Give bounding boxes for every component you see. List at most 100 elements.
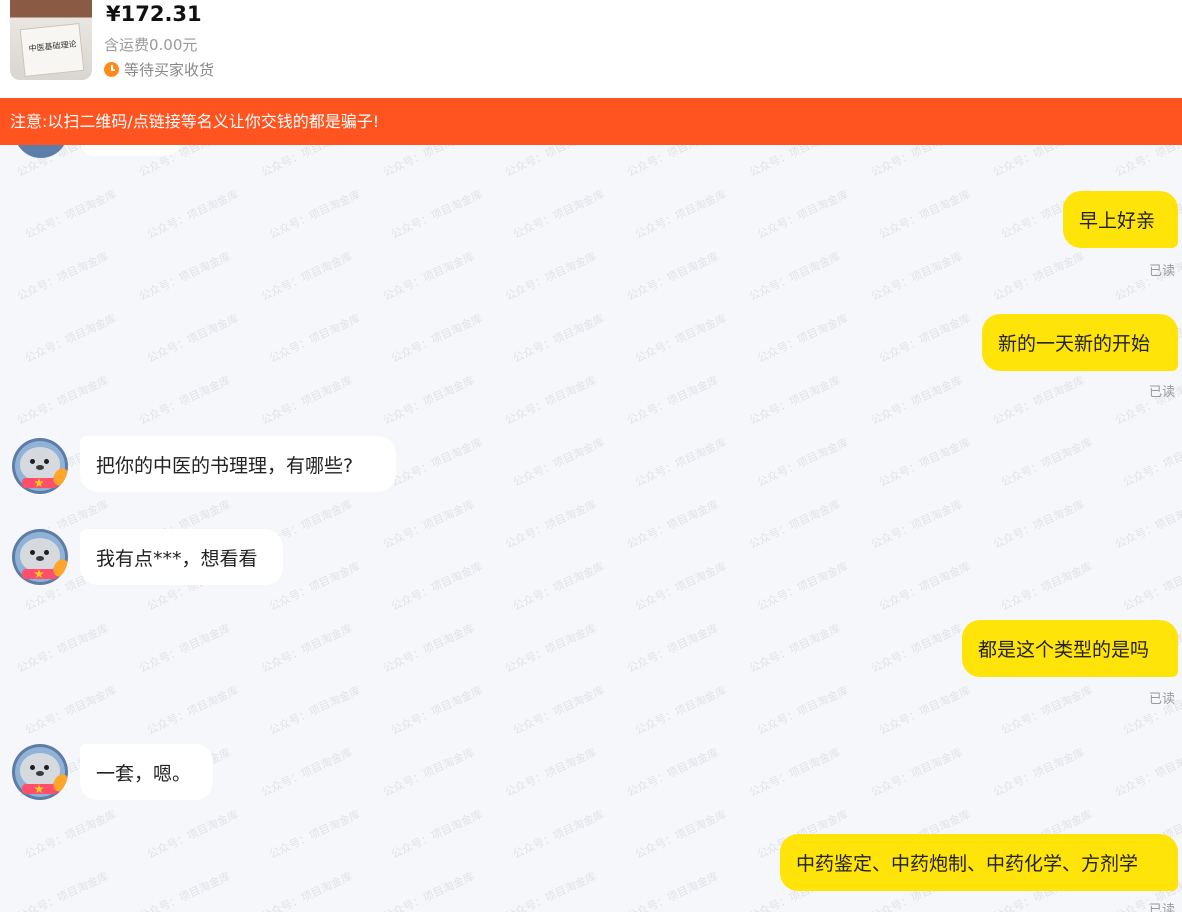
watermark-text: 公众号：项目淘金库 xyxy=(632,807,728,862)
watermark-text: 公众号：项目淘金库 xyxy=(754,311,850,366)
avatar[interactable] xyxy=(12,744,68,800)
watermark-text: 公众号：项目淘金库 xyxy=(144,187,240,242)
order-status-label: 等待买家收货 xyxy=(124,61,215,79)
watermark-text: 公众号：项目淘金库 xyxy=(510,435,606,490)
product-thumbnail[interactable]: 中医基础理论 xyxy=(10,0,92,80)
watermark-text: 公众号：项目淘金库 xyxy=(868,745,964,800)
watermark-text: 公众号：项目淘金库 xyxy=(22,187,118,242)
watermark-text: 公众号：项目淘金库 xyxy=(380,869,476,912)
watermark-text: 公众号：项目淘金库 xyxy=(380,249,476,304)
watermark-text: 公众号：项目淘金库 xyxy=(624,621,720,676)
watermark-text: 公众号：项目淘金库 xyxy=(876,559,972,614)
clock-icon xyxy=(104,62,119,77)
watermark-text: 公众号：项目淘金库 xyxy=(510,311,606,366)
watermark-text: 公众号：项目淘金库 xyxy=(144,683,240,738)
book-cover-title: 中医基础理论 xyxy=(28,39,77,54)
message-bubble-peer[interactable]: 一套，嗯。 xyxy=(80,744,213,800)
watermark-text: 公众号：项目淘金库 xyxy=(258,869,354,912)
watermark-text: 公众号：项目淘金库 xyxy=(14,869,110,912)
watermark-text: 公众号：项目淘金库 xyxy=(868,497,964,552)
watermark-text: 公众号：项目淘金库 xyxy=(22,311,118,366)
watermark-text: 公众号：项目淘金库 xyxy=(990,497,1086,552)
watermark-text: 公众号：项目淘金库 xyxy=(136,621,232,676)
watermark-text: 公众号：项目淘金库 xyxy=(502,869,598,912)
watermark-text: 公众号：项目淘金库 xyxy=(136,869,232,912)
watermark-text: 公众号：项目淘金库 xyxy=(632,683,728,738)
watermark-text: 公众号：项目淘金库 xyxy=(380,373,476,428)
watermark-text: 公众号：项目淘金库 xyxy=(868,621,964,676)
order-shipping: 含运费0.00元 xyxy=(104,36,198,54)
watermark-text: 公众号：项目淘金库 xyxy=(502,745,598,800)
watermark-text: 公众号：项目淘金库 xyxy=(998,559,1094,614)
watermark-text: 公众号：项目淘金库 xyxy=(754,187,850,242)
watermark-text: 公众号：项目淘金库 xyxy=(388,311,484,366)
watermark-text: 公众号：项目淘金库 xyxy=(1120,435,1182,490)
watermark-text: 公众号：项目淘金库 xyxy=(746,621,842,676)
watermark-text: 公众号：项目淘金库 xyxy=(990,249,1086,304)
avatar[interactable] xyxy=(12,529,68,585)
watermark-text: 公众号：项目淘金库 xyxy=(388,683,484,738)
watermark-text: 公众号：项目淘金库 xyxy=(624,373,720,428)
watermark-text: 公众号：项目淘金库 xyxy=(868,373,964,428)
watermark-text: 公众号：项目淘金库 xyxy=(258,373,354,428)
watermark-text: 公众号：项目淘金库 xyxy=(266,807,362,862)
watermark-text: 公众号：项目淘金库 xyxy=(510,187,606,242)
watermark-text: 公众号：项目淘金库 xyxy=(632,187,728,242)
message-bubble-peer[interactable]: 我有点***，想看看 xyxy=(80,529,283,585)
watermark-text: 公众号：项目淘金库 xyxy=(502,373,598,428)
avatar[interactable] xyxy=(12,438,68,494)
message-bubble-own[interactable]: 都是这个类型的是吗 xyxy=(962,620,1178,677)
read-receipt: 已读 xyxy=(1149,692,1176,707)
read-receipt: 已读 xyxy=(1149,264,1176,279)
order-card[interactable]: 中医基础理论 ¥172.31 含运费0.00元 等待买家收货 xyxy=(0,0,1182,98)
watermark-text: 公众号：项目淘金库 xyxy=(746,745,842,800)
watermark-text: 公众号：项目淘金库 xyxy=(1120,559,1182,614)
chat-screen: 公众号：项目淘金库 公众号：项目淘金库 公众号：项目淘金库 公众号：项目淘金库 公众号：… xyxy=(0,0,1182,912)
message-bubble-own[interactable]: 新的一天新的开始 xyxy=(982,314,1178,371)
watermark-text: 公众号：项目淘金库 xyxy=(632,559,728,614)
watermark-text: 公众号：项目淘金库 xyxy=(876,683,972,738)
watermark-text: 公众号：项目淘金库 xyxy=(144,807,240,862)
watermark-text: 公众号：项目淘金库 xyxy=(266,311,362,366)
watermark-text: 公众号：项目淘金库 xyxy=(258,621,354,676)
watermark-text: 公众号：项目淘金库 xyxy=(1112,497,1182,552)
order-price: ¥172.31 xyxy=(106,2,202,26)
watermark-text: 公众号：项目淘金库 xyxy=(624,745,720,800)
watermark-text: 公众号：项目淘金库 xyxy=(380,497,476,552)
watermark-text: 公众号：项目淘金库 xyxy=(380,621,476,676)
book-cover-image: 中医基础理论 xyxy=(19,22,85,78)
watermark-text: 公众号：项目淘金库 xyxy=(754,559,850,614)
watermark-text: 公众号：项目淘金库 xyxy=(998,435,1094,490)
watermark-text: 公众号：项目淘金库 xyxy=(876,435,972,490)
order-status: 等待买家收货 xyxy=(104,59,214,80)
message-bubble-peer[interactable]: 把你的中医的书理理，有哪些? xyxy=(80,436,396,492)
watermark-text: 公众号：项目淘金库 xyxy=(502,249,598,304)
watermark-text: 公众号：项目淘金库 xyxy=(22,807,118,862)
read-receipt: 已读 xyxy=(1149,385,1176,400)
scam-warning-banner: 注意:以扫二维码/点链接等名义让你交钱的都是骗子! xyxy=(0,98,1182,145)
watermark-text: 公众号：项目淘金库 xyxy=(14,249,110,304)
message-bubble-own[interactable]: 早上好亲 xyxy=(1063,191,1178,248)
watermark-text: 公众号：项目淘金库 xyxy=(998,683,1094,738)
watermark-text: 公众号：项目淘金库 xyxy=(876,187,972,242)
watermark-text: 公众号：项目淘金库 xyxy=(388,187,484,242)
watermark-text: 公众号：项目淘金库 xyxy=(388,559,484,614)
watermark-text: 公众号：项目淘金库 xyxy=(388,807,484,862)
watermark-text: 公众号：项目淘金库 xyxy=(266,187,362,242)
watermark-text: 公众号：项目淘金库 xyxy=(510,559,606,614)
watermark-text: 公众号：项目淘金库 xyxy=(22,683,118,738)
watermark-text: 公众号：项目淘金库 xyxy=(754,435,850,490)
watermark-text: 公众号：项目淘金库 xyxy=(632,311,728,366)
watermark-text: 公众号：项目淘金库 xyxy=(746,373,842,428)
watermark-text: 公众号：项目淘金库 xyxy=(868,249,964,304)
watermark-text: 公众号：项目淘金库 xyxy=(502,621,598,676)
watermark-text: 公众号：项目淘金库 xyxy=(258,745,354,800)
watermark-text: 公众号：项目淘金库 xyxy=(388,435,484,490)
watermark-text: 公众号：项目淘金库 xyxy=(14,373,110,428)
watermark-text: 公众号：项目淘金库 xyxy=(510,807,606,862)
watermark-text: 公众号：项目淘金库 xyxy=(990,373,1086,428)
watermark-text: 公众号：项目淘金库 xyxy=(746,497,842,552)
message-bubble-own[interactable]: 中药鉴定、中药炮制、中药化学、方剂学 xyxy=(780,834,1178,891)
watermark-text: 公众号：项目淘金库 xyxy=(136,373,232,428)
watermark-text: 公众号：项目淘金库 xyxy=(632,435,728,490)
